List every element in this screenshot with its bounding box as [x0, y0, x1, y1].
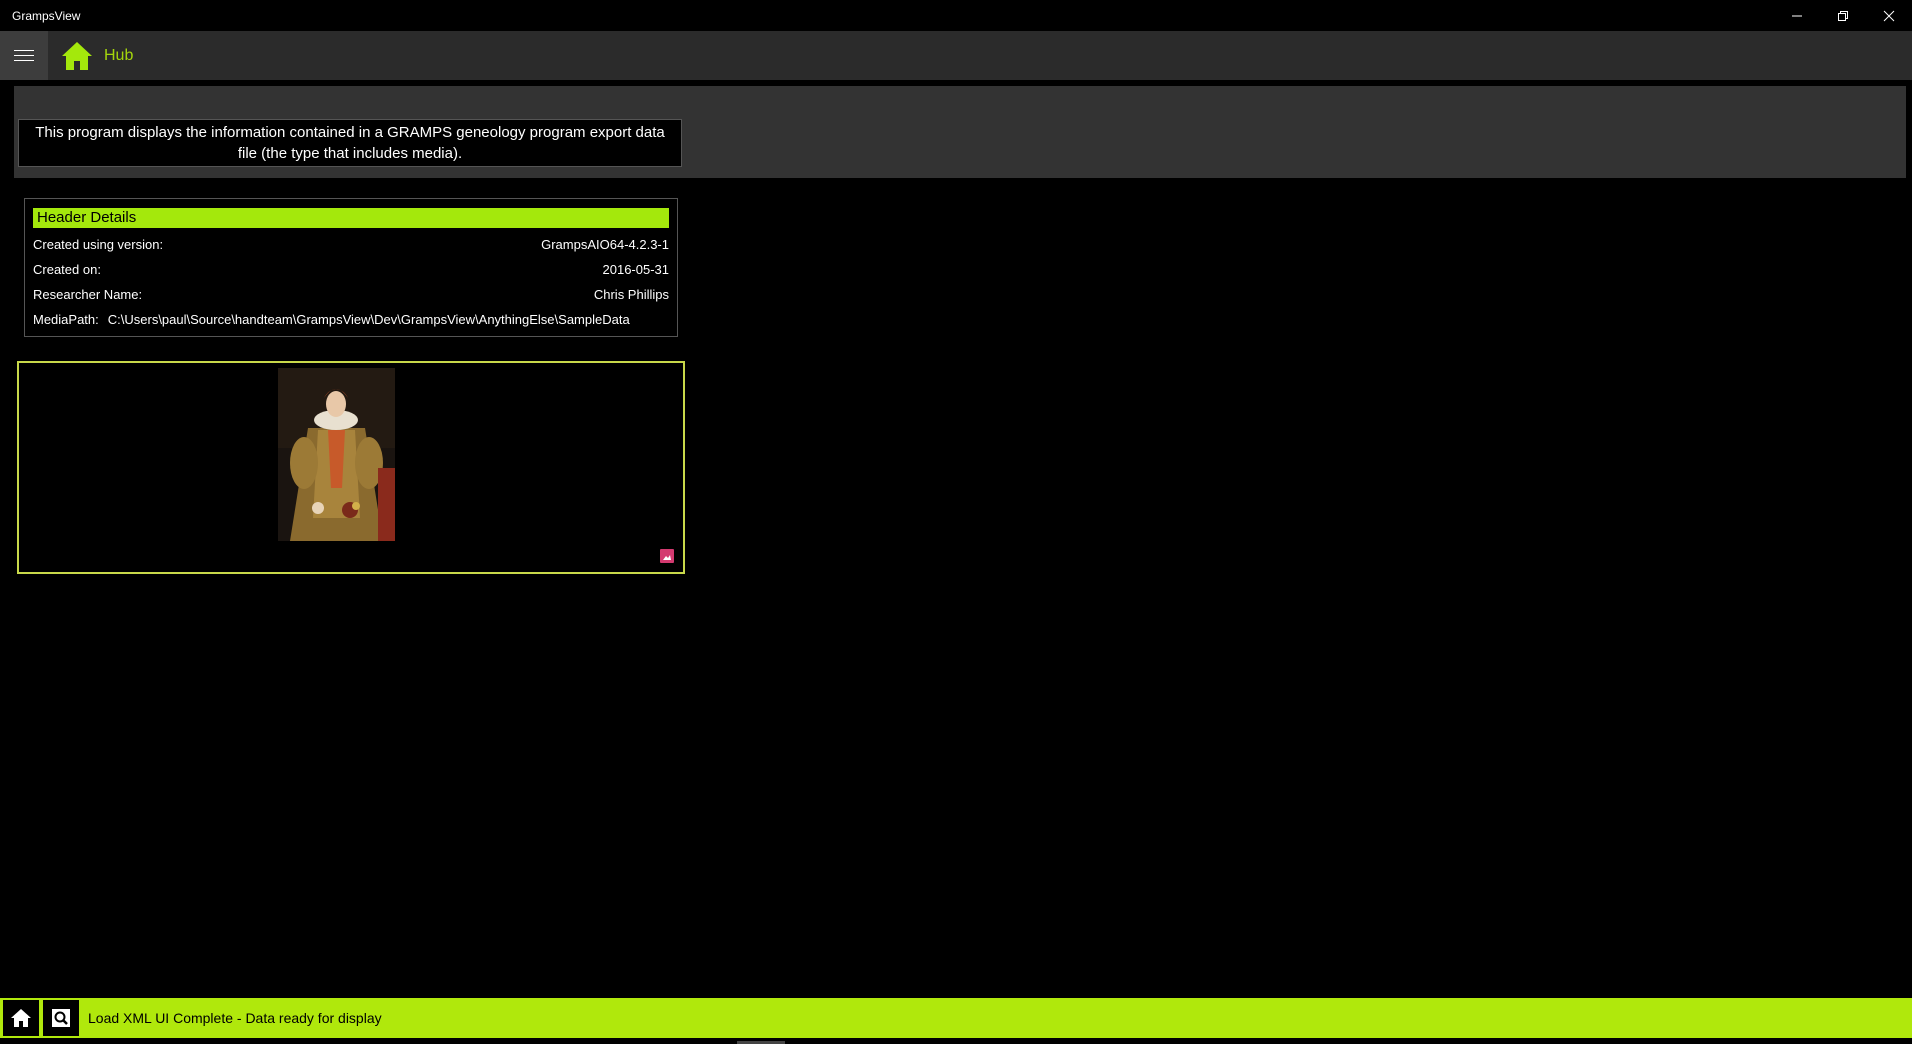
intro-banner: This program displays the information co… — [14, 86, 1906, 178]
home-icon[interactable] — [60, 39, 94, 73]
home-icon — [11, 1009, 31, 1027]
detail-value: Chris Phillips — [593, 287, 669, 302]
header-details-card: Header Details Created using version: Gr… — [24, 198, 678, 337]
header-details-title: Header Details — [33, 208, 669, 228]
title-bar: GrampsView — [0, 0, 1912, 31]
status-message: Load XML UI Complete - Data ready for di… — [88, 1010, 382, 1026]
status-search-button[interactable] — [42, 999, 80, 1037]
search-icon — [52, 1009, 70, 1027]
detail-label: Created using version: — [33, 237, 164, 252]
detail-row-version: Created using version: GrampsAIO64-4.2.3… — [33, 235, 669, 255]
detail-value: GrampsAIO64-4.2.3-1 — [541, 237, 669, 252]
close-icon[interactable] — [1866, 0, 1912, 31]
status-bar: Load XML UI Complete - Data ready for di… — [0, 998, 1912, 1038]
intro-text: This program displays the information co… — [18, 119, 682, 167]
detail-row-mediapath: MediaPath: C:\Users\paul\Source\handteam… — [33, 310, 669, 330]
detail-value: 2016-05-31 — [602, 262, 670, 277]
window-controls — [1774, 0, 1912, 31]
detail-row-researcher: Researcher Name: Chris Phillips — [33, 285, 669, 305]
window-title: GrampsView — [12, 8, 81, 23]
restore-icon[interactable] — [1820, 0, 1866, 31]
detail-label: Created on: — [33, 262, 101, 277]
app-bar: Hub — [0, 31, 1912, 80]
detail-label: MediaPath: — [33, 312, 99, 327]
hamburger-icon — [14, 46, 34, 65]
status-home-button[interactable] — [2, 999, 40, 1037]
minimize-icon[interactable] — [1774, 0, 1820, 31]
portrait-image[interactable] — [278, 368, 395, 541]
detail-row-created-on: Created on: 2016-05-31 — [33, 260, 669, 280]
media-card[interactable] — [17, 361, 685, 574]
bottom-strip — [0, 1038, 1912, 1044]
hub-title: Hub — [104, 46, 134, 64]
image-icon[interactable] — [660, 549, 674, 563]
detail-label: Researcher Name: — [33, 287, 143, 302]
detail-value: C:\Users\paul\Source\handteam\GrampsView… — [107, 312, 630, 327]
hamburger-menu-button[interactable] — [0, 31, 48, 80]
